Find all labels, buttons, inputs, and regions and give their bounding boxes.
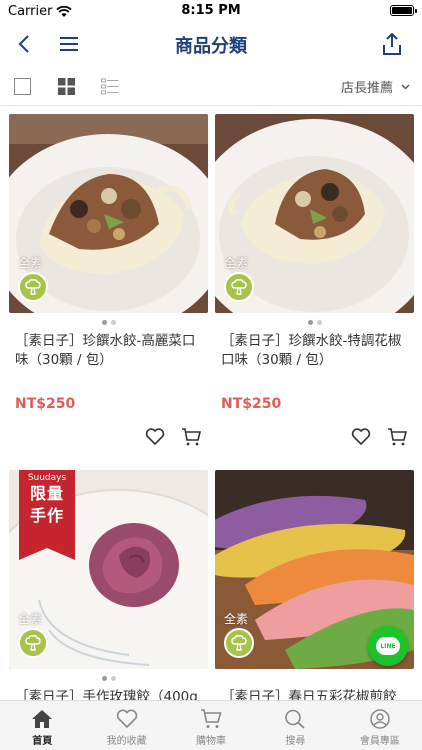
- vegan-badge: [224, 628, 254, 658]
- ribbon-line-1: 限量: [29, 484, 64, 503]
- tab-home[interactable]: 首頁: [0, 701, 84, 750]
- vegan-badge: [224, 272, 254, 302]
- card-actions: [144, 426, 202, 448]
- line-label: LINE: [380, 642, 396, 650]
- status-bar: Carrier 8:15 PM: [0, 0, 422, 22]
- grid-icon: [57, 77, 75, 95]
- share-button[interactable]: [378, 30, 406, 58]
- tab-label: 會員專區: [359, 736, 400, 747]
- page-title: 商品分類: [175, 36, 247, 57]
- ribbon-brand: Suudays: [27, 473, 67, 483]
- image-pager: [9, 320, 208, 325]
- product-name[interactable]: ［素日子］珍饌水餃-高麗菜口味（30顆 / 包）: [15, 332, 202, 370]
- nav-bar: 商品分類: [0, 24, 422, 64]
- tab-favorites[interactable]: 我的收藏: [84, 701, 168, 750]
- vegan-badge: [18, 628, 48, 658]
- broccoli-icon: [231, 279, 247, 295]
- view-toolbar: 店長推薦: [0, 68, 422, 106]
- veg-label: 全素: [224, 256, 249, 270]
- product-image[interactable]: Suudays 限量 手作 全素: [9, 470, 208, 669]
- chevron-down-icon: [401, 83, 410, 90]
- user-icon: [370, 709, 390, 729]
- product-name[interactable]: ［素日子］珍饌水餃-特調花椒口味（30顆 / 包）: [221, 332, 408, 370]
- add-to-cart-button[interactable]: [180, 426, 202, 448]
- heart-icon: [116, 709, 137, 729]
- sort-dropdown[interactable]: 店長推薦: [341, 77, 410, 96]
- broccoli-icon: [25, 635, 41, 651]
- cart-icon: [201, 709, 222, 728]
- home-icon: [32, 710, 53, 728]
- tab-bar: 首頁 我的收藏 購物車 搜尋 會員專區: [0, 700, 422, 750]
- square-icon: [13, 77, 31, 95]
- limited-handmade-ribbon: Suudays 限量 手作: [19, 470, 75, 560]
- view-grid-button[interactable]: [56, 76, 76, 96]
- favorite-button[interactable]: [350, 426, 372, 448]
- broccoli-icon: [231, 635, 247, 651]
- cart-icon: [182, 428, 201, 446]
- veg-label: 全素: [224, 612, 249, 626]
- veg-label: 全素: [18, 612, 43, 626]
- product-card[interactable]: 全素 ［素日子］春日五彩花椒煎餃: [215, 462, 414, 705]
- ribbon-line-2: 手作: [29, 506, 64, 525]
- image-pager: [215, 320, 414, 325]
- share-icon: [383, 33, 401, 55]
- cart-icon: [388, 428, 407, 446]
- image-pager: [9, 676, 208, 681]
- product-image[interactable]: 全素: [215, 114, 414, 313]
- view-large-button[interactable]: [12, 76, 32, 96]
- vegan-badge: [18, 272, 48, 302]
- line-icon: LINE: [376, 637, 400, 655]
- favorite-button[interactable]: [144, 426, 166, 448]
- product-card[interactable]: 全素 ［素日子］珍饌水餃-高麗菜口味（30顆 / 包） NT$250: [9, 106, 208, 466]
- tab-cart[interactable]: 購物車: [169, 701, 253, 750]
- tab-search[interactable]: 搜尋: [253, 701, 337, 750]
- tab-label: 首頁: [32, 736, 53, 747]
- tab-label: 我的收藏: [106, 736, 147, 747]
- heart-icon: [351, 428, 371, 446]
- heart-icon: [145, 428, 165, 446]
- broccoli-icon: [25, 279, 41, 295]
- line-chat-button[interactable]: LINE: [368, 626, 408, 666]
- card-actions: [350, 426, 408, 448]
- clock: 8:15 PM: [181, 3, 241, 18]
- tab-member[interactable]: 會員專區: [338, 701, 422, 750]
- product-card[interactable]: 全素 ［素日子］珍饌水餃-特調花椒口味（30顆 / 包） NT$250: [215, 106, 414, 466]
- tab-label: 搜尋: [285, 736, 306, 747]
- tab-label: 購物車: [196, 736, 227, 747]
- add-to-cart-button[interactable]: [386, 426, 408, 448]
- list-icon: [101, 78, 119, 94]
- view-list-button[interactable]: [100, 76, 120, 96]
- veg-label: 全素: [18, 256, 43, 270]
- battery-icon: [390, 5, 417, 16]
- sort-label: 店長推薦: [340, 81, 393, 96]
- product-price: NT$250: [15, 396, 76, 412]
- search-icon: [285, 709, 306, 729]
- product-card[interactable]: Suudays 限量 手作 全素 ［素日子］手作玫瑰餃（400g: [9, 462, 208, 705]
- product-image[interactable]: 全素: [9, 114, 208, 313]
- product-price: NT$250: [221, 396, 282, 412]
